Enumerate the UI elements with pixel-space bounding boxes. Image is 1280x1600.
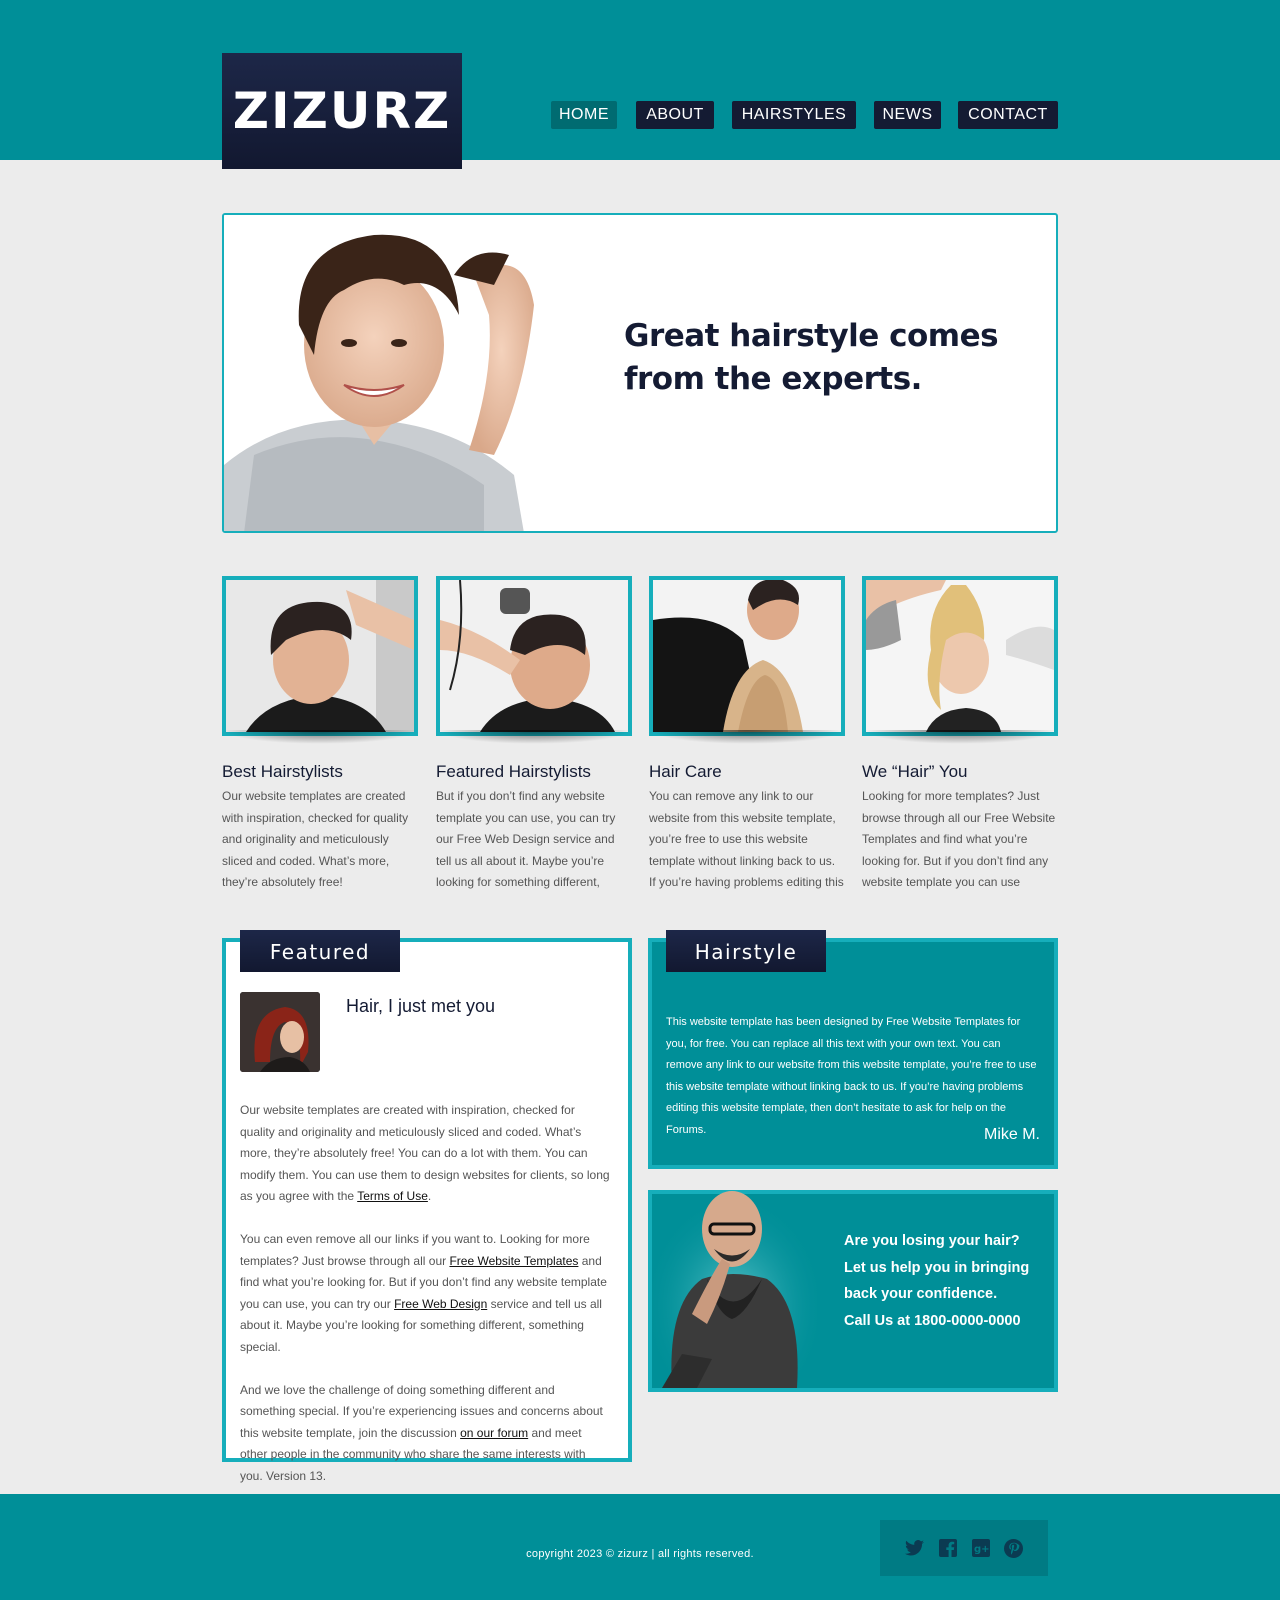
hero-woman-image: [224, 215, 554, 531]
hero-headline-line1: Great hairstyle comes: [624, 318, 999, 354]
thumb-shadow: [649, 730, 845, 744]
promo-box: Are you losing your hair? Let us help yo…: [648, 1184, 1058, 1392]
thumb-shadow: [222, 730, 418, 744]
featured-box: Hair, I just met you Our website templat…: [222, 938, 632, 1483]
nav-hairstyles[interactable]: HAIRSTYLES: [732, 101, 856, 129]
hero-banner: Great hairstyle comes from the experts.: [222, 213, 1058, 533]
column-text-featured-hairstylists: But if you don’t find any website templa…: [436, 789, 616, 889]
forum-link[interactable]: on our forum: [460, 1426, 528, 1440]
site-logo[interactable]: ZIZURZ: [222, 53, 462, 169]
thumb-shadow: [862, 730, 1058, 744]
promo-text: Are you losing your hair? Let us help yo…: [844, 1228, 1054, 1334]
free-web-design-link[interactable]: Free Web Design: [394, 1297, 487, 1311]
free-website-templates-link[interactable]: Free Website Templates: [449, 1254, 578, 1268]
featured-p1-end: .: [427, 1189, 432, 1203]
featured-article-title: Hair, I just met you: [346, 996, 496, 1016]
column-title-we-hair-you: We “Hair” You: [862, 762, 968, 781]
column-text-best-hairstylists: Our website templates are created with i…: [222, 789, 409, 889]
googleplus-icon[interactable]: g+: [971, 1539, 990, 1558]
featured-p1-text: Our website templates are created with i…: [240, 1103, 610, 1203]
column-title-featured-hairstylists: Featured Hairstylists: [436, 762, 591, 781]
thumb-best-hairstylists[interactable]: [222, 576, 418, 736]
svg-text:g+: g+: [974, 1544, 990, 1555]
facebook-icon[interactable]: [938, 1539, 957, 1558]
thumb-hair-care[interactable]: [649, 576, 845, 736]
featured-avatar-image: [240, 992, 320, 1072]
thumb-we-hair-you[interactable]: [862, 576, 1058, 736]
promo-line-2: Let us help you in bringing: [844, 1259, 1030, 1276]
featured-article-body: Our website templates are created with i…: [240, 1100, 610, 1509]
hairstyle-tab: Hairstyle: [666, 930, 826, 972]
nav-home[interactable]: HOME: [551, 101, 617, 129]
nav-news[interactable]: NEWS: [874, 101, 941, 129]
twitter-icon[interactable]: [905, 1539, 924, 1558]
nav-contact[interactable]: CONTACT: [958, 101, 1058, 129]
featured-tab: Featured: [240, 930, 400, 972]
column-text-we-hair-you: Looking for more templates? Just browse …: [862, 789, 1056, 889]
hero-headline-line2: from the experts.: [624, 361, 922, 397]
hairstyle-signature: Mike M.: [984, 1126, 1040, 1143]
promo-man-image: [652, 1184, 817, 1388]
featured-paragraph-3: And we love the challenge of doing somet…: [240, 1380, 610, 1488]
column-title-best-hairstylists: Best Hairstylists: [222, 762, 343, 781]
hairstyle-box: This website template has been designed …: [648, 938, 1058, 1169]
thumb-image-3: [653, 580, 841, 732]
thumb-shadow: [436, 730, 632, 744]
thumb-featured-hairstylists[interactable]: [436, 576, 632, 736]
hairstyle-text: This website template has been designed …: [666, 1016, 1037, 1136]
featured-paragraph-2: You can even remove all our links if you…: [240, 1229, 610, 1358]
promo-line-1: Are you losing your hair?: [844, 1233, 1020, 1249]
site-header: HOME ABOUT HAIRSTYLES NEWS CONTACT: [0, 0, 1280, 160]
column-text-hair-care: You can remove any link to our website f…: [649, 789, 844, 889]
social-links: g+: [880, 1520, 1048, 1576]
hero-headline: Great hairstyle comes from the experts.: [624, 315, 1024, 401]
thumb-image-4: [866, 580, 1054, 732]
site-footer: copyright 2023 © zizurz | all rights res…: [0, 1494, 1280, 1600]
promo-phone: Call Us at 1800-0000-0000: [844, 1312, 1021, 1329]
nav-about[interactable]: ABOUT: [636, 101, 714, 129]
thumb-image-2: [440, 580, 628, 732]
thumb-image-1: [226, 580, 414, 732]
pinterest-icon[interactable]: [1004, 1538, 1023, 1558]
featured-paragraph-1: Our website templates are created with i…: [240, 1100, 610, 1208]
promo-line-3: back your confidence.: [844, 1286, 998, 1302]
copyright-text: copyright 2023 © zizurz | all rights res…: [526, 1548, 754, 1560]
terms-of-use-link[interactable]: Terms of Use: [357, 1189, 428, 1203]
column-title-hair-care: Hair Care: [649, 762, 722, 781]
